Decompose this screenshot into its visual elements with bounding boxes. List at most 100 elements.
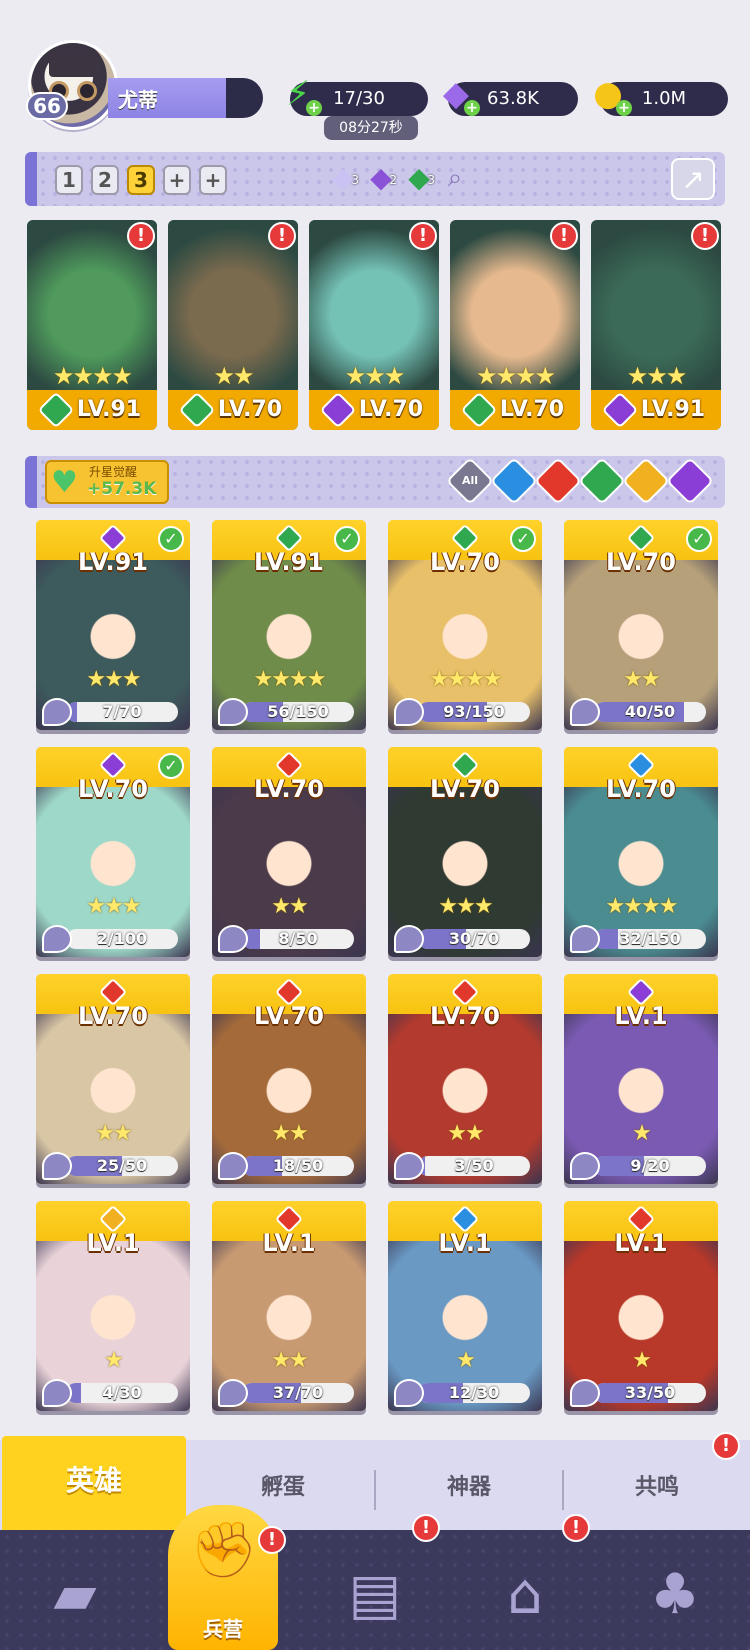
energy-counter[interactable]: ⚡ + 17/30	[286, 74, 428, 116]
star-awaken-button[interactable]: ♥ 升星觉醒 +57.3K	[45, 460, 169, 504]
shard-progress-bar: 3/50	[418, 1156, 530, 1176]
shard-progress-bar: 9/20	[594, 1156, 706, 1176]
hero-card[interactable]: ✓ LV.70 ★★ 40/50	[564, 520, 718, 730]
team-selector-bar: 1 2 3 + + ◆ 3 ◆ 2 ◆ 3 ⌕ ↗	[25, 152, 725, 206]
hero-shard-icon	[570, 1379, 600, 1407]
star-rating: ★★★	[86, 894, 141, 919]
team-slot-5[interactable]: +	[199, 165, 227, 195]
tab-heroes[interactable]: 英雄	[2, 1436, 186, 1530]
hero-card[interactable]: LV.70 ★★ 3/50	[388, 974, 542, 1184]
team-hero-level: LV.91	[27, 390, 157, 430]
tab-artifacts[interactable]: 神器	[376, 1440, 562, 1530]
filter-label	[499, 466, 529, 496]
star-rating: ★	[456, 1348, 476, 1373]
team-hero-card[interactable]: ★★★ LV.70!	[309, 220, 439, 430]
dark-element-icon	[601, 391, 639, 429]
shard-progress-bar: 37/70	[242, 1383, 354, 1403]
hero-card[interactable]: LV.70 ★★ 18/50	[212, 974, 366, 1184]
player-name-bar[interactable]: 尤蒂	[108, 78, 263, 118]
energy-plus-icon[interactable]: +	[306, 100, 322, 116]
star-rating: ★★★	[626, 362, 688, 390]
hero-card[interactable]: ✓ LV.91 ★★★★ 56/150	[212, 520, 366, 730]
top-bar: 尤蒂 66 ⚡ + 17/30 08分27秒 ◆ + 63.8K ● + 1.0…	[0, 0, 750, 140]
shard-progress-bar: 40/50	[594, 702, 706, 722]
avatar-hat	[49, 49, 101, 77]
hero-card[interactable]: LV.1 ★ 12/30	[388, 1201, 542, 1411]
hero-card[interactable]: LV.1 ★★ 37/70	[212, 1201, 366, 1411]
nav-barracks-label: 兵营	[203, 1617, 243, 1641]
hero-shard-icon	[42, 1379, 72, 1407]
hero-filter-bar: ♥ 升星觉醒 +57.3K All	[25, 456, 725, 508]
dark-filter-icon[interactable]	[665, 456, 715, 506]
star-rating: ★	[104, 1348, 124, 1373]
hero-card[interactable]: LV.70 ★★★ 30/70	[388, 747, 542, 957]
level-text: LV.70	[499, 397, 565, 422]
star-rating: ★★	[447, 1121, 484, 1146]
gold-counter[interactable]: ● + 1.0M	[593, 74, 728, 116]
energy-timer: 08分27秒	[324, 116, 418, 140]
team-hero-card[interactable]: ★★★ LV.91!	[591, 220, 721, 430]
shrine-icon[interactable]: ⌂	[480, 1550, 570, 1640]
upgrade-alert-icon: !	[409, 222, 437, 250]
hero-card[interactable]: ✓ LV.70 ★★★★ 93/150	[388, 520, 542, 730]
team-slot-3[interactable]: 3	[127, 165, 155, 195]
hero-level: LV.91	[254, 548, 324, 576]
hero-level: LV.70	[78, 1002, 148, 1030]
nav-barracks-button[interactable]: ✊ 兵营	[168, 1505, 278, 1650]
resonance-alert-icon: !	[712, 1432, 740, 1460]
hero-card[interactable]: LV.70 ★★ 25/50	[36, 974, 190, 1184]
hero-level: LV.1	[86, 1229, 140, 1257]
hero-card[interactable]: LV.1 ★ 9/20	[564, 974, 718, 1184]
magnifier-icon[interactable]: ⌕	[435, 158, 475, 198]
map-book-icon[interactable]: ▤	[330, 1550, 420, 1640]
nature-filter-icon[interactable]	[577, 456, 627, 506]
hero-card[interactable]: LV.70 ★★★★ 32/150	[564, 747, 718, 957]
hero-shard-icon	[570, 1152, 600, 1180]
star-rating: ★★	[95, 1121, 132, 1146]
mushroom-icon[interactable]: ♣	[630, 1550, 720, 1640]
star-rating: ★★	[271, 894, 308, 919]
gem-plus-icon[interactable]: +	[464, 100, 480, 116]
all-filter-icon[interactable]: All	[445, 456, 495, 506]
hero-card[interactable]: LV.1 ★ 4/30	[36, 1201, 190, 1411]
hero-card[interactable]: ✓ LV.70 ★★★ 2/100	[36, 747, 190, 957]
hero-card[interactable]: ✓ LV.91 ★★★ 7/70	[36, 520, 190, 730]
cards-icon[interactable]: ▰	[30, 1550, 120, 1640]
hero-level: LV.70	[78, 775, 148, 803]
light-filter-icon[interactable]	[621, 456, 671, 506]
element-count: 3	[427, 173, 435, 187]
shard-count: 30/70	[448, 929, 500, 948]
shard-count: 2/100	[96, 929, 148, 948]
gem-value: 63.8K	[487, 88, 539, 109]
nature-element-icon: ◆ 3	[399, 158, 439, 198]
star-rating: ★★	[623, 667, 660, 692]
gem-counter[interactable]: ◆ + 63.8K	[443, 74, 578, 116]
filter-label: All	[461, 474, 479, 487]
team-hero-card[interactable]: ★★★★ LV.91!	[27, 220, 157, 430]
fire-filter-icon[interactable]	[533, 456, 583, 506]
shard-progress-bar: 56/150	[242, 702, 354, 722]
shard-progress-bar: 2/100	[66, 929, 178, 949]
team-slot-1[interactable]: 1	[55, 165, 83, 195]
hero-card[interactable]: LV.70 ★★ 8/50	[212, 747, 366, 957]
upgrade-alert-icon: !	[127, 222, 155, 250]
water-filter-icon[interactable]	[489, 456, 539, 506]
upgrade-alert-icon: !	[691, 222, 719, 250]
hero-level: LV.70	[254, 1002, 324, 1030]
team-slot-2[interactable]: 2	[91, 165, 119, 195]
team-slot-4[interactable]: +	[163, 165, 191, 195]
filter-label	[675, 466, 705, 496]
hero-shard-icon	[218, 698, 248, 726]
sub-tab-bar: 英雄 孵蛋 神器 共鸣 !	[0, 1432, 750, 1530]
star-rating: ★★★	[438, 894, 493, 919]
team-hero-card[interactable]: ★★ LV.70!	[168, 220, 298, 430]
gold-plus-icon[interactable]: +	[616, 100, 632, 116]
shard-progress-bar: 33/50	[594, 1383, 706, 1403]
hero-shard-icon	[394, 925, 424, 953]
hero-card[interactable]: LV.1 ★ 33/50	[564, 1201, 718, 1411]
team-hero-level: LV.70	[450, 390, 580, 430]
gold-value: 1.0M	[641, 88, 687, 109]
share-button[interactable]: ↗	[671, 158, 715, 200]
bottom-nav: ▰ ▤ ! ⌂ ! ♣	[0, 1514, 750, 1650]
team-hero-card[interactable]: ★★★★ LV.70!	[450, 220, 580, 430]
